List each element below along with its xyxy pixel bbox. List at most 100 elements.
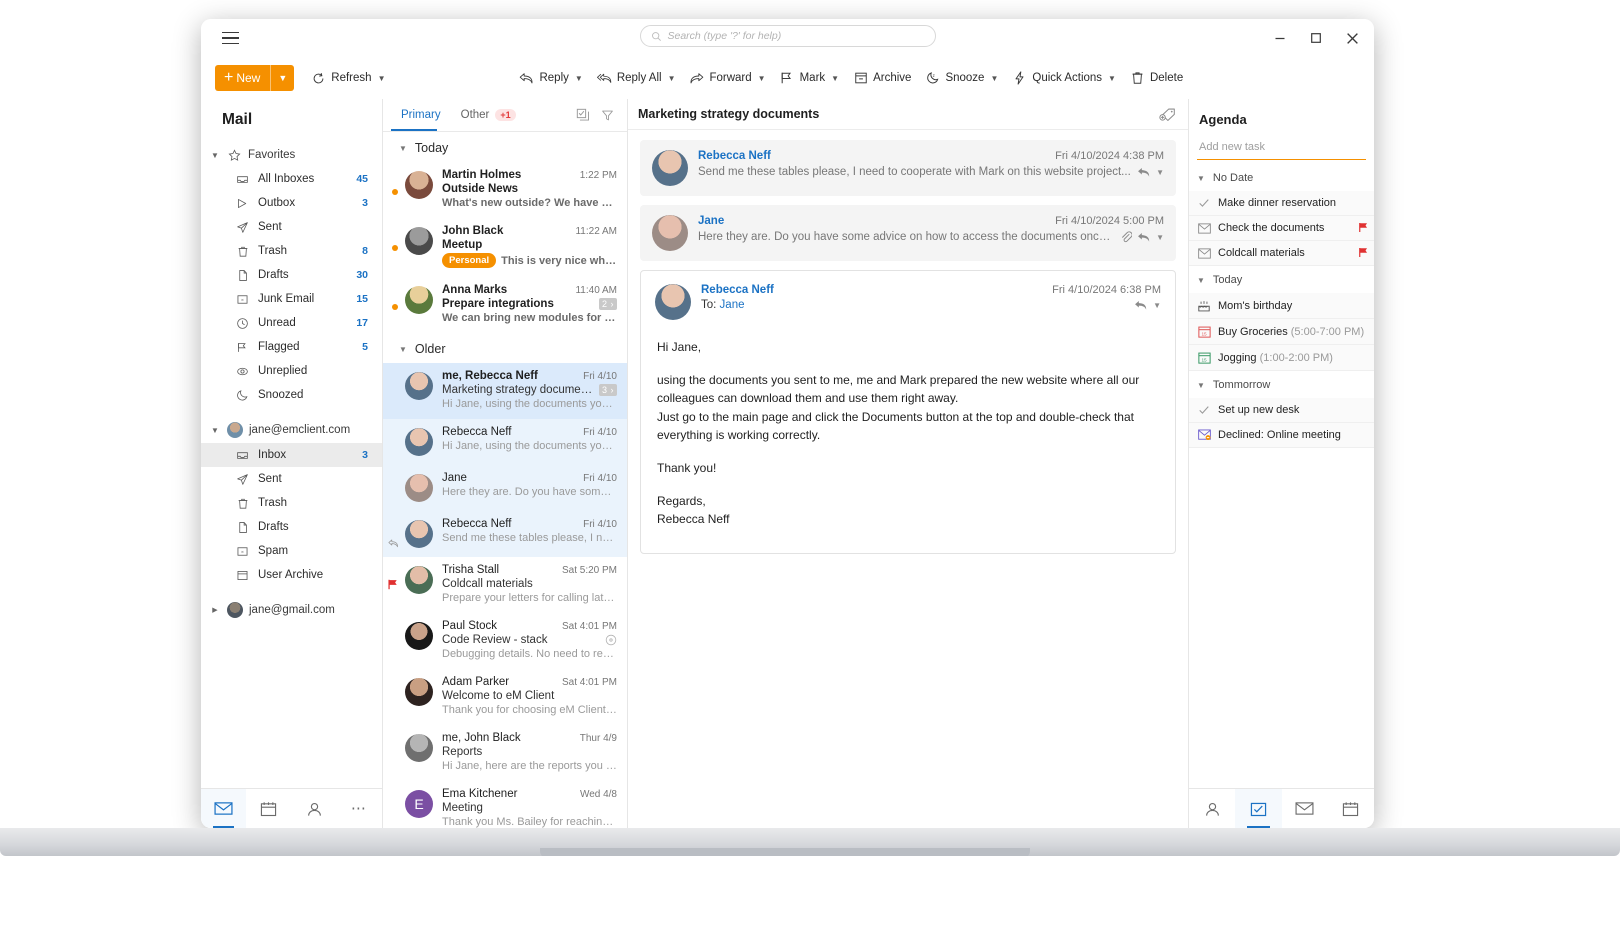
thread-count-badge[interactable]: 3 ›	[598, 384, 617, 396]
section-header-today[interactable]: ▼ Today	[383, 132, 627, 162]
sidebar-item-outbox[interactable]: Outbox 3	[201, 191, 382, 215]
delete-button[interactable]: Delete	[1123, 65, 1190, 91]
favorites-group-header[interactable]: ▼ Favorites	[201, 143, 382, 167]
list-item[interactable]: Martin Holmes 1:22 PM Outside News What's…	[383, 162, 627, 218]
sidebar-item-snoozed[interactable]: Snoozed	[201, 383, 382, 407]
agenda-item[interactable]: Declined: Online meeting	[1189, 423, 1374, 448]
agenda-item[interactable]: 15 Buy Groceries (5:00-7:00 PM)	[1189, 319, 1374, 345]
sidebar-item-unreplied[interactable]: Unreplied	[201, 359, 382, 383]
list-item[interactable]: Jane Fri 4/10 Here they are. Do you have …	[383, 465, 627, 511]
sidebar-item-spam[interactable]: × Spam	[201, 539, 382, 563]
list-item[interactable]: E Ema Kitchener Wed 4/8 Meeting Thank you…	[383, 781, 627, 828]
nav-more-tab[interactable]: ⋯	[337, 789, 382, 828]
recipient-name[interactable]: Jane	[720, 299, 745, 311]
list-item[interactable]: Adam Parker Sat 4:01 PM Welcome to eM Cli…	[383, 669, 627, 725]
flag-icon[interactable]	[1359, 222, 1368, 233]
sidebar-item-sent[interactable]: Sent	[201, 215, 382, 239]
new-button[interactable]: + New ▼	[215, 65, 295, 91]
chevron-down-icon[interactable]: ▼	[1153, 301, 1161, 310]
list-item[interactable]: Anna Marks 11:40 AM Prepare integrations …	[383, 277, 627, 333]
section-header-older[interactable]: ▼ Older	[383, 333, 627, 363]
attachment-icon[interactable]	[1120, 231, 1133, 243]
refresh-button[interactable]: Refresh ▼	[304, 65, 392, 91]
agenda-item[interactable]: Set up new desk	[1189, 398, 1374, 423]
check-icon[interactable]	[1197, 197, 1211, 209]
reply-icon[interactable]	[1137, 167, 1151, 178]
chevron-down-icon[interactable]: ▼	[1156, 233, 1164, 242]
agenda-nav-contacts[interactable]	[1189, 789, 1235, 828]
list-item[interactable]: Rebecca Neff Fri 4/10 Hi Jane, using the …	[383, 419, 627, 465]
filter-icon[interactable]	[595, 103, 619, 127]
check-icon[interactable]	[1197, 404, 1211, 416]
chevron-down-icon[interactable]: ▼	[831, 74, 839, 83]
mark-button[interactable]: Mark ▼	[773, 65, 846, 91]
flag-icon[interactable]	[1359, 247, 1368, 258]
collapsed-message[interactable]: Jane Fri 4/10/2024 5:00 PM Here they are…	[640, 205, 1176, 261]
account-row-gmail[interactable]: ▶ jane@gmail.com	[201, 597, 382, 623]
agenda-nav-agenda[interactable]	[1235, 789, 1282, 828]
account-row-emclient[interactable]: ▼ jane@emclient.com	[201, 417, 382, 443]
list-item[interactable]: me, Rebecca Neff Fri 4/10 Marketing strat…	[383, 363, 627, 419]
list-item[interactable]: me, John Black Thur 4/9 Reports Hi Jane, …	[383, 725, 627, 781]
sidebar-item-flagged[interactable]: Flagged 5	[201, 335, 382, 359]
agenda-item[interactable]: Mom's birthday	[1189, 293, 1374, 319]
agenda-item[interactable]: Check the documents	[1189, 216, 1374, 241]
reply-icon[interactable]	[1137, 232, 1151, 243]
reply-button[interactable]: Reply ▼	[512, 65, 589, 91]
close-icon[interactable]	[1334, 23, 1370, 53]
quick-actions-button[interactable]: Quick Actions ▼	[1005, 65, 1123, 91]
agenda-nav-calendar[interactable]	[1328, 789, 1374, 828]
add-task-input[interactable]: Add new task	[1197, 138, 1366, 160]
reply-all-button[interactable]: Reply All ▼	[590, 65, 683, 91]
hamburger-icon[interactable]	[213, 23, 247, 53]
agenda-group-tomorrow[interactable]: ▼ Tommorrow	[1189, 371, 1374, 398]
list-item[interactable]: Rebecca Neff Fri 4/10 Send me these table…	[383, 511, 627, 557]
sidebar-item-account-trash[interactable]: Trash	[201, 491, 382, 515]
agenda-item[interactable]: 15 Jogging (1:00-2:00 PM)	[1189, 345, 1374, 371]
maximize-icon[interactable]	[1298, 23, 1334, 53]
sidebar-item-all-inboxes[interactable]: All Inboxes 45	[201, 167, 382, 191]
sender-name[interactable]: Rebecca Neff	[701, 284, 1052, 296]
chevron-down-icon[interactable]: ▼	[378, 74, 386, 83]
list-item[interactable]: John Black 11:22 AM Meetup Personal This …	[383, 218, 627, 277]
message-list-scroll[interactable]: ▼ Today Martin Holmes 1:22 PM Outside New…	[383, 132, 627, 828]
nav-contacts-tab[interactable]	[292, 789, 337, 828]
sidebar-item-user-archive[interactable]: User Archive	[201, 563, 382, 587]
sidebar-item-inbox[interactable]: Inbox 3	[201, 443, 382, 467]
collapsed-message[interactable]: Rebecca Neff Fri 4/10/2024 4:38 PM Send …	[640, 140, 1176, 196]
chevron-down-icon[interactable]: ▼	[758, 74, 766, 83]
agenda-item[interactable]: Make dinner reservation	[1189, 191, 1374, 216]
agenda-nav-mail[interactable]	[1282, 789, 1328, 828]
reply-icon[interactable]	[1134, 300, 1148, 311]
select-all-icon[interactable]	[571, 103, 595, 127]
agenda-item[interactable]: Coldcall materials	[1189, 241, 1374, 266]
sidebar-item-unread[interactable]: Unread 17	[201, 311, 382, 335]
snooze-icon[interactable]	[605, 634, 617, 646]
sender-name[interactable]: Rebecca Neff	[698, 150, 1055, 162]
agenda-group-no-date[interactable]: ▼ No Date	[1189, 164, 1374, 191]
chevron-down-icon[interactable]: ▼	[1108, 74, 1116, 83]
chevron-down-icon[interactable]: ▼	[990, 74, 998, 83]
minimize-icon[interactable]	[1262, 23, 1298, 53]
sidebar-item-drafts[interactable]: Drafts 30	[201, 263, 382, 287]
sidebar-item-account-drafts[interactable]: Drafts	[201, 515, 382, 539]
sidebar-item-trash[interactable]: Trash 8	[201, 239, 382, 263]
nav-calendar-tab[interactable]	[246, 789, 291, 828]
search-input[interactable]: Search (type '?' for help)	[639, 25, 936, 47]
chevron-down-icon[interactable]: ▼	[668, 74, 676, 83]
nav-mail-tab[interactable]	[201, 789, 247, 828]
sidebar-item-account-sent[interactable]: Sent	[201, 467, 382, 491]
forward-button[interactable]: Forward ▼	[682, 65, 772, 91]
archive-button[interactable]: Archive	[846, 65, 918, 91]
chevron-down-icon[interactable]: ▼	[575, 74, 583, 83]
chevron-down-icon[interactable]: ▼	[1156, 168, 1164, 177]
chevron-down-icon[interactable]: ▼	[271, 73, 294, 83]
tab-primary[interactable]: Primary	[391, 99, 451, 131]
list-item[interactable]: Trisha Stall Sat 5:20 PM Coldcall materia…	[383, 557, 627, 613]
sender-name[interactable]: Jane	[698, 215, 1055, 227]
tab-other[interactable]: Other +1	[451, 99, 526, 131]
thread-count-badge[interactable]: 2 ›	[598, 298, 617, 310]
agenda-group-today[interactable]: ▼ Today	[1189, 266, 1374, 293]
list-item[interactable]: Paul Stock Sat 4:01 PM Code Review - stac…	[383, 613, 627, 669]
snooze-button[interactable]: z Snooze ▼	[918, 65, 1005, 91]
